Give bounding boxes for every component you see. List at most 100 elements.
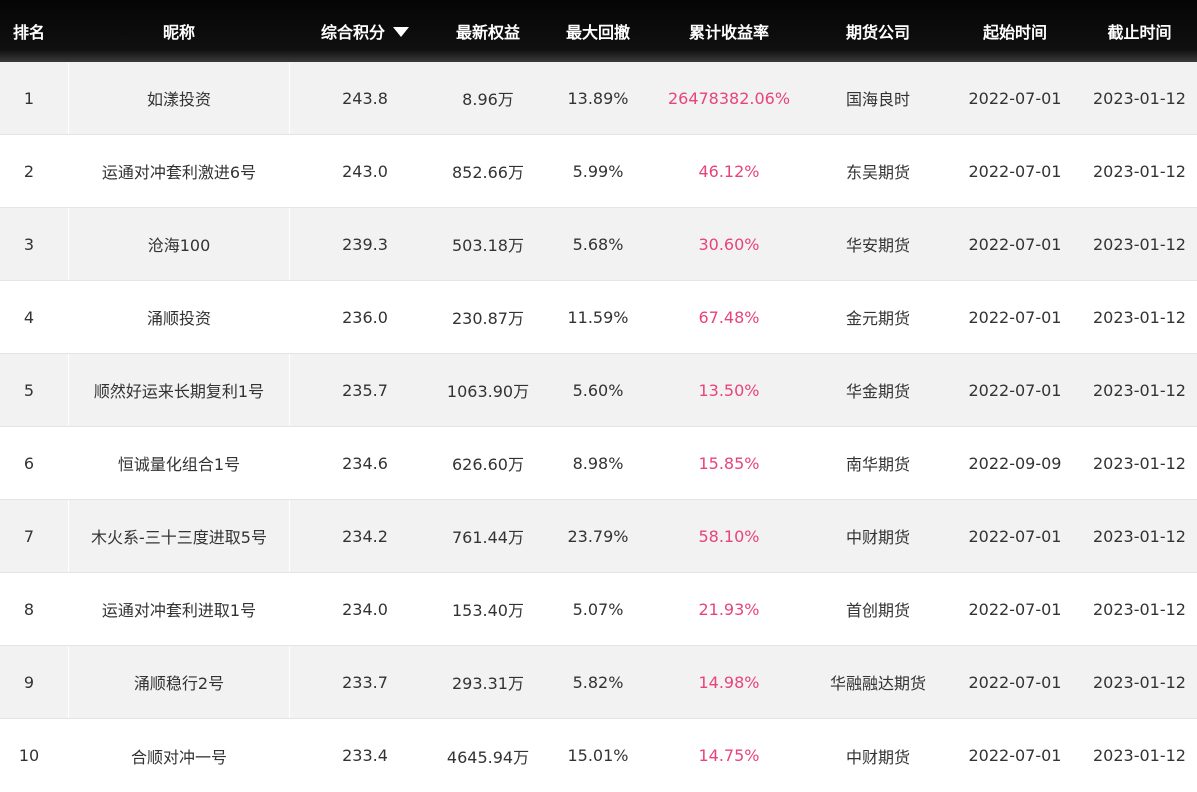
cell-rank: 3: [23, 234, 35, 254]
cell-company: 中财期货: [845, 747, 910, 767]
cell-equity: 761.44万: [452, 528, 524, 547]
table-row[interactable]: 1 如漾投资 243.8 8.96万 13.89% 26478382.06% 国海良时 202…: [0, 62, 1197, 135]
cell-equity: 8.96万: [462, 90, 514, 109]
cell-return-rate: 67.48%: [698, 307, 760, 327]
table-row[interactable]: 6 恒诚量化组合1号 234.6 626.60万 8.98% 15.85% 南华期货 2022…: [0, 427, 1197, 500]
cell-score: 233.7: [342, 672, 388, 692]
ranking-table: 排名 昵称 综合积分 最新权益 最大回撤 累计收益率 期货公司 起始时间 截止时…: [0, 0, 1197, 792]
cell-rank: 1: [23, 88, 35, 108]
cell-nickname[interactable]: 合顺对冲一号: [68, 719, 290, 792]
cell-end: 2023-01-12: [1093, 599, 1186, 619]
cell-start: 2022-07-01: [968, 234, 1062, 254]
cell-return-rate: 15.85%: [698, 453, 760, 473]
cell-equity: 1063.90万: [446, 382, 530, 401]
table-row[interactable]: 7 木火系-三十三度进取5号 234.2 761.44万 23.79% 58.10% 中财期…: [0, 500, 1197, 573]
cell-score: 233.4: [342, 746, 388, 765]
table-row[interactable]: 9 涌顺稳行2号 233.7 293.31万 5.82% 14.98% 华融融达期货 2022…: [0, 646, 1197, 719]
cell-rank: 10: [18, 746, 40, 765]
nickname-text: 合顺对冲一号: [130, 747, 227, 767]
cell-rank: 5: [23, 380, 35, 400]
cell-return-rate: 14.75%: [698, 746, 760, 765]
cell-start: 2022-07-01: [968, 672, 1062, 692]
cell-nickname[interactable]: 涌顺投资: [68, 281, 290, 353]
cell-end: 2023-01-12: [1093, 526, 1186, 546]
cell-nickname[interactable]: 如漾投资: [68, 62, 290, 134]
cell-end: 2023-01-12: [1093, 88, 1186, 108]
cell-equity: 293.31万: [452, 674, 524, 693]
header-equity[interactable]: 最新权益: [430, 19, 546, 43]
table-row[interactable]: 10 合顺对冲一号 233.4 4645.94万 15.01% 14.75% 中财期货 202…: [0, 719, 1197, 792]
cell-company: 东吴期货: [845, 163, 910, 182]
cell-drawdown: 5.07%: [572, 599, 624, 619]
nickname-text: 木火系-三十三度进取5号: [91, 528, 267, 547]
header-score[interactable]: 综合积分: [300, 19, 430, 43]
header-start[interactable]: 起始时间: [948, 19, 1082, 43]
cell-equity: 626.60万: [452, 455, 524, 474]
table-row[interactable]: 4 涌顺投资 236.0 230.87万 11.59% 67.48% 金元期货 2022-07…: [0, 281, 1197, 354]
cell-nickname[interactable]: 顺然好运来长期复利1号: [68, 354, 290, 426]
cell-return-rate: 26478382.06%: [667, 88, 791, 108]
table-row[interactable]: 2 运通对冲套利激进6号 243.0 852.66万 5.99% 46.12% 东吴期货 20…: [0, 135, 1197, 208]
header-rank[interactable]: 排名: [0, 19, 58, 43]
cell-score: 243.8: [342, 88, 388, 108]
cell-rank: 2: [23, 161, 35, 181]
cell-nickname[interactable]: 恒诚量化组合1号: [68, 427, 290, 499]
cell-end: 2023-01-12: [1093, 234, 1186, 254]
nickname-text: 涌顺稳行2号: [133, 674, 225, 693]
nickname-text: 涌顺投资: [146, 309, 211, 328]
cell-end: 2023-01-12: [1093, 746, 1186, 765]
cell-rank: 7: [23, 526, 35, 546]
cell-rank: 6: [23, 453, 35, 473]
cell-end: 2023-01-12: [1093, 380, 1186, 400]
cell-company: 首创期货: [845, 601, 910, 620]
cell-return-rate: 14.98%: [698, 672, 760, 692]
cell-start: 2022-07-01: [968, 599, 1062, 619]
cell-drawdown: 5.99%: [572, 161, 624, 181]
cell-rank: 9: [23, 672, 35, 692]
header-score-label: 综合积分: [320, 23, 385, 42]
cell-start: 2022-07-01: [968, 161, 1062, 181]
cell-score: 234.0: [342, 599, 388, 619]
sort-desc-icon[interactable]: [393, 26, 409, 37]
cell-equity: 852.66万: [452, 163, 524, 182]
header-company[interactable]: 期货公司: [808, 19, 948, 43]
cell-company: 中财期货: [845, 528, 910, 547]
table-row[interactable]: 3 沧海100 239.3 503.18万 5.68% 30.60% 华安期货 2022-07…: [0, 208, 1197, 281]
cell-end: 2023-01-12: [1093, 161, 1186, 181]
cell-drawdown: 8.98%: [572, 453, 624, 473]
header-nickname[interactable]: 昵称: [58, 19, 300, 43]
table-row[interactable]: 5 顺然好运来长期复利1号 235.7 1063.90万 5.60% 13.50% 华金期货…: [0, 354, 1197, 427]
cell-equity: 153.40万: [452, 601, 524, 620]
cell-return-rate: 13.50%: [698, 380, 760, 400]
cell-company: 华安期货: [845, 236, 910, 255]
cell-nickname[interactable]: 涌顺稳行2号: [68, 646, 290, 718]
cell-start: 2022-07-01: [968, 88, 1062, 108]
cell-nickname[interactable]: 木火系-三十三度进取5号: [68, 500, 290, 572]
cell-company: 南华期货: [845, 455, 910, 474]
cell-score: 235.7: [342, 380, 388, 400]
cell-end: 2023-01-12: [1093, 307, 1186, 327]
cell-return-rate: 46.12%: [698, 161, 760, 181]
header-drawdown[interactable]: 最大回撤: [546, 19, 650, 43]
cell-start: 2022-07-01: [968, 307, 1062, 327]
cell-score: 234.2: [342, 526, 388, 546]
nickname-text: 顺然好运来长期复利1号: [93, 382, 265, 401]
cell-start: 2022-07-01: [968, 380, 1062, 400]
cell-nickname[interactable]: 沧海100: [68, 208, 290, 280]
cell-start: 2022-07-01: [968, 526, 1062, 546]
cell-drawdown: 5.60%: [572, 380, 624, 400]
nickname-text: 如漾投资: [146, 90, 211, 109]
table-row[interactable]: 8 运通对冲套利进取1号 234.0 153.40万 5.07% 21.93% 首创期货 20…: [0, 573, 1197, 646]
cell-drawdown: 5.68%: [572, 234, 624, 254]
cell-drawdown: 15.01%: [567, 746, 629, 765]
cell-drawdown: 5.82%: [572, 672, 624, 692]
cell-company: 国海良时: [845, 90, 910, 109]
cell-nickname[interactable]: 运通对冲套利进取1号: [68, 573, 290, 645]
header-return-rate[interactable]: 累计收益率: [650, 19, 808, 43]
cell-nickname[interactable]: 运通对冲套利激进6号: [68, 135, 290, 207]
header-end[interactable]: 截止时间: [1082, 19, 1197, 43]
cell-rank: 8: [23, 599, 35, 619]
cell-score: 243.0: [342, 161, 388, 181]
cell-rank: 4: [23, 307, 35, 327]
cell-return-rate: 30.60%: [698, 234, 760, 254]
